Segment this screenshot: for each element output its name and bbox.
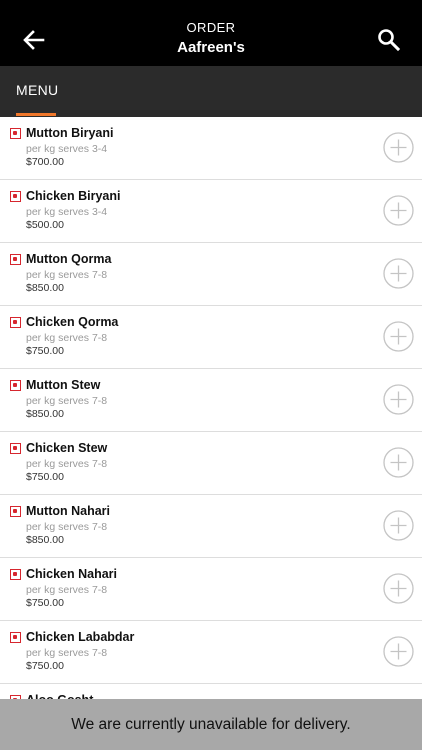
active-tab-indicator [16,113,56,116]
item-name: Chicken Lababdar [26,630,135,644]
item-description: per kg serves 7-8 [26,584,108,596]
item-name: Mutton Nahari [26,504,111,518]
item-price: $750.00 [26,597,64,609]
item-description: per kg serves 3-4 [26,143,108,155]
plus-circle-icon [383,321,414,352]
plus-circle-icon [383,510,414,541]
item-price: $750.00 [26,345,64,357]
add-item-button[interactable] [383,384,414,415]
menu-list[interactable]: Mutton Biryani per kg serves 3-4 $700.00 Ch… [0,117,422,700]
add-item-button[interactable] [383,636,414,667]
item-type-marker-icon [10,632,21,643]
search-icon [378,29,401,52]
plus-circle-icon [383,195,414,226]
item-type-marker-icon [10,191,21,202]
menu-item-row[interactable]: Chicken Stew per kg serves 7-8 $750.00 [0,432,422,495]
item-name: Mutton Stew [26,378,101,392]
restaurant-name: Aafreen's [177,39,245,56]
item-name: Chicken Stew [26,441,108,455]
add-item-button[interactable] [383,573,414,604]
add-item-button[interactable] [383,195,414,226]
plus-circle-icon [383,132,414,163]
item-description: per kg serves 7-8 [26,395,108,407]
plus-circle-icon [383,384,414,415]
item-description: per kg serves 7-8 [26,332,108,344]
delivery-unavailable-banner: We are currently unavailable for deliver… [0,699,422,750]
menu-item-row[interactable]: Aloo Gosht [0,684,422,700]
header-subtitle: ORDER [186,20,236,35]
item-price: $850.00 [26,534,64,546]
item-type-marker-icon [10,380,21,391]
item-name: Mutton Qorma [26,252,112,266]
item-name: Mutton Biryani [26,126,114,140]
menu-item-row[interactable]: Mutton Stew per kg serves 7-8 $850.00 [0,369,422,432]
item-type-marker-icon [10,317,21,328]
plus-circle-icon [383,258,414,289]
item-name: Chicken Biryani [26,189,121,203]
menu-item-row[interactable]: Chicken Biryani per kg serves 3-4 $500.00 [0,180,422,243]
add-item-button[interactable] [383,258,414,289]
item-price: $500.00 [26,219,64,231]
menu-item-row[interactable]: Chicken Qorma per kg serves 7-8 $750.00 [0,306,422,369]
item-price: $850.00 [26,408,64,420]
menu-item-row[interactable]: Mutton Biryani per kg serves 3-4 $700.00 [0,117,422,180]
item-price: $700.00 [26,156,64,168]
menu-item-row[interactable]: Mutton Qorma per kg serves 7-8 $850.00 [0,243,422,306]
item-description: per kg serves 7-8 [26,269,108,281]
plus-circle-icon [383,447,414,478]
add-item-button[interactable] [383,447,414,478]
tab-menu[interactable]: MENU [16,66,58,117]
search-button[interactable] [375,26,403,54]
item-type-marker-icon [10,443,21,454]
header-title-block: ORDER Aafreen's [60,19,362,59]
item-type-marker-icon [10,569,21,580]
item-price: $750.00 [26,660,64,672]
item-description: per kg serves 7-8 [26,647,108,659]
item-type-marker-icon [10,254,21,265]
back-button[interactable] [20,24,48,56]
plus-circle-icon [383,636,414,667]
plus-circle-icon [383,573,414,604]
add-item-button[interactable] [383,321,414,352]
item-description: per kg serves 7-8 [26,521,108,533]
item-description: per kg serves 3-4 [26,206,108,218]
item-price: $750.00 [26,471,64,483]
menu-item-row[interactable]: Chicken Nahari per kg serves 7-8 $750.00 [0,558,422,621]
top-app-bar: ORDER Aafreen's [0,0,422,66]
item-price: $850.00 [26,282,64,294]
add-item-button[interactable] [383,132,414,163]
item-name: Chicken Qorma [26,315,119,329]
item-type-marker-icon [10,506,21,517]
item-description: per kg serves 7-8 [26,458,108,470]
item-name: Chicken Nahari [26,567,118,581]
menu-item-row[interactable]: Chicken Lababdar per kg serves 7-8 $750.00 [0,621,422,684]
add-item-button[interactable] [383,510,414,541]
arrow-left-icon [23,30,45,50]
menu-item-row[interactable]: Mutton Nahari per kg serves 7-8 $850.00 [0,495,422,558]
item-type-marker-icon [10,128,21,139]
tab-bar: MENU [0,66,422,117]
